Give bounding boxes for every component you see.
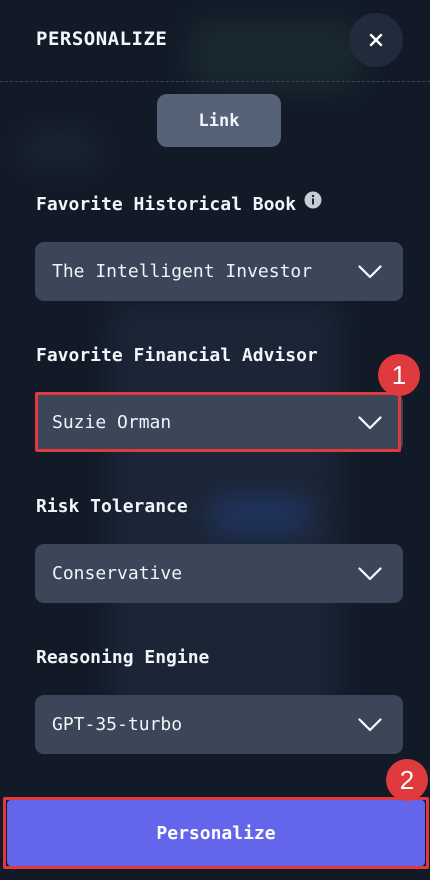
- personalize-button[interactable]: Personalize: [7, 800, 425, 866]
- reasoning-engine-select[interactable]: GPT-35-turbo: [35, 695, 403, 754]
- annotation-badge: 2: [386, 759, 428, 801]
- header-divider: [0, 81, 430, 82]
- field-label-text: Favorite Financial Advisor: [36, 345, 318, 366]
- historical-book-select[interactable]: The Intelligent Investor: [35, 242, 403, 301]
- close-button[interactable]: [349, 13, 403, 67]
- personalize-panel: PERSONALIZE Link Favorite Historical Boo…: [0, 0, 430, 880]
- field-label-text: Risk Tolerance: [36, 496, 188, 517]
- field-label-reasoning-engine: Reasoning Engine: [36, 647, 209, 668]
- financial-advisor-value: Suzie Orman: [52, 412, 172, 433]
- field-label-financial-advisor: Favorite Financial Advisor: [36, 345, 318, 366]
- annotation-badge: 1: [378, 354, 420, 396]
- chevron-down-icon: [358, 566, 382, 580]
- reasoning-engine-value: GPT-35-turbo: [52, 714, 183, 735]
- field-label-historical-book: Favorite Historical Book: [36, 191, 322, 215]
- field-label-risk-tolerance: Risk Tolerance: [36, 496, 188, 517]
- field-label-text: Favorite Historical Book: [36, 194, 297, 215]
- panel-title: PERSONALIZE: [36, 28, 168, 50]
- historical-book-value: The Intelligent Investor: [52, 261, 313, 282]
- close-icon: [369, 33, 383, 47]
- link-button[interactable]: Link: [157, 94, 281, 147]
- chevron-down-icon: [358, 415, 382, 429]
- chevron-down-icon: [358, 264, 382, 278]
- info-icon[interactable]: [304, 191, 322, 209]
- risk-tolerance-select[interactable]: Conservative: [35, 544, 403, 603]
- field-label-text: Reasoning Engine: [36, 647, 210, 668]
- financial-advisor-select[interactable]: Suzie Orman: [35, 393, 403, 452]
- risk-tolerance-value: Conservative: [52, 563, 183, 584]
- chevron-down-icon: [358, 717, 382, 731]
